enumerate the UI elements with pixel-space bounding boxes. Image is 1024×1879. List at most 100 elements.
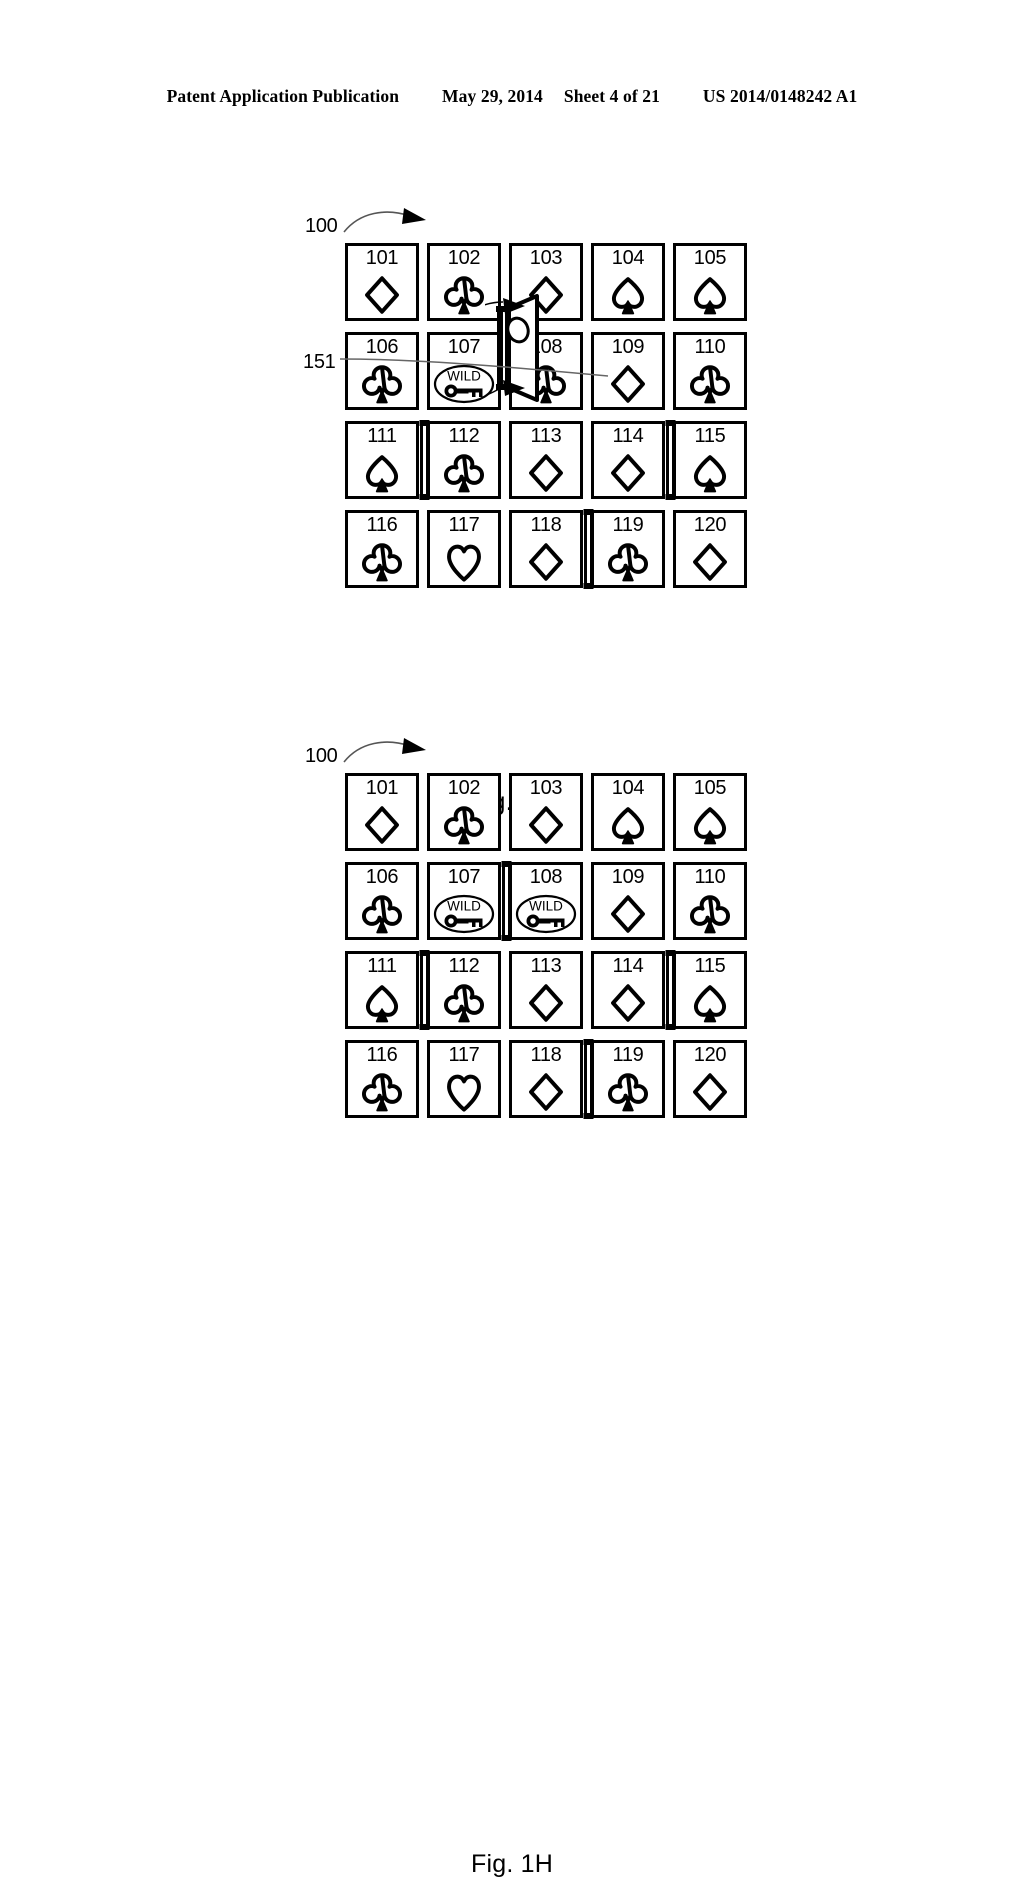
- spade-suit-icon: [594, 802, 662, 848]
- card-115[interactable]: 115: [673, 421, 747, 499]
- club-suit-icon: [676, 891, 744, 937]
- card-number: 116: [366, 514, 398, 536]
- card-number: 105: [693, 777, 727, 799]
- club-suit-icon: [430, 980, 498, 1026]
- spade-suit-icon: [594, 272, 662, 318]
- card-106[interactable]: 106: [345, 862, 419, 940]
- diamond-suit-icon: [594, 891, 662, 937]
- card-111[interactable]: 111: [345, 951, 419, 1029]
- card-114[interactable]: 114: [591, 421, 665, 499]
- card-number: 112: [448, 955, 480, 977]
- header-publication: Patent Application Publication: [166, 86, 400, 106]
- page-header: Patent Application Publication May 29, 2…: [0, 86, 1024, 107]
- card-102[interactable]: 102: [427, 243, 501, 321]
- card-114[interactable]: 114: [591, 951, 665, 1029]
- card-105[interactable]: 105: [673, 773, 747, 851]
- card-104[interactable]: 104: [591, 243, 665, 321]
- wild-key-icon: WILD: [430, 891, 498, 937]
- card-101[interactable]: 101: [345, 243, 419, 321]
- card-link-divider: [665, 420, 676, 500]
- card-number: 119: [612, 514, 644, 536]
- card-number: 114: [612, 425, 644, 447]
- card-118[interactable]: 118: [509, 1040, 583, 1118]
- reference-numeral-151: 151: [303, 351, 336, 373]
- card-number: 116: [366, 1044, 398, 1066]
- diamond-suit-icon: [512, 450, 580, 496]
- card-103[interactable]: 103: [509, 243, 583, 321]
- card-number: 110: [694, 866, 726, 888]
- card-number: 120: [693, 1044, 727, 1066]
- card-115[interactable]: 115: [673, 951, 747, 1029]
- card-102[interactable]: 102: [427, 773, 501, 851]
- card-number: 101: [365, 247, 399, 269]
- card-120[interactable]: 120: [673, 510, 747, 588]
- card-120[interactable]: 120: [673, 1040, 747, 1118]
- spade-suit-icon: [676, 802, 744, 848]
- card-113[interactable]: 113: [509, 421, 583, 499]
- card-number: 108: [529, 866, 563, 888]
- card-117[interactable]: 117: [427, 510, 501, 588]
- card-number: 104: [611, 247, 645, 269]
- card-119[interactable]: 119: [591, 510, 665, 588]
- card-118[interactable]: 118: [509, 510, 583, 588]
- card-109[interactable]: 109: [591, 862, 665, 940]
- spade-suit-icon: [676, 272, 744, 318]
- club-suit-icon: [594, 539, 662, 585]
- reference-numeral-100: 100: [305, 745, 338, 767]
- card-116[interactable]: 116: [345, 1040, 419, 1118]
- card-number: 102: [447, 247, 481, 269]
- card-number: 115: [694, 955, 726, 977]
- header-patent-number: US 2014/0148242 A1: [702, 86, 858, 106]
- card-113[interactable]: 113: [509, 951, 583, 1029]
- club-suit-icon: [348, 539, 416, 585]
- diamond-suit-icon: [512, 980, 580, 1026]
- svg-text:WILD: WILD: [529, 899, 563, 914]
- svg-text:WILD: WILD: [447, 899, 481, 914]
- club-suit-icon: [348, 1069, 416, 1115]
- diamond-suit-icon: [512, 272, 580, 318]
- card-number: 103: [529, 247, 563, 269]
- card-number: 113: [530, 425, 562, 447]
- reference-numeral-100: 100: [305, 215, 338, 237]
- card-101[interactable]: 101: [345, 773, 419, 851]
- card-110[interactable]: 110: [673, 332, 747, 410]
- card-117[interactable]: 117: [427, 1040, 501, 1118]
- card-107[interactable]: 107 WILD: [427, 862, 501, 940]
- card-number: 110: [694, 336, 726, 358]
- card-112[interactable]: 112: [427, 951, 501, 1029]
- spade-suit-icon: [676, 980, 744, 1026]
- diamond-suit-icon: [512, 539, 580, 585]
- card-number: 118: [530, 1044, 562, 1066]
- spade-suit-icon: [348, 450, 416, 496]
- card-number: 120: [693, 514, 727, 536]
- card-110[interactable]: 110: [673, 862, 747, 940]
- card-link-divider: [419, 420, 430, 500]
- card-number: 117: [448, 1044, 480, 1066]
- card-number: 119: [612, 1044, 644, 1066]
- card-105[interactable]: 105: [673, 243, 747, 321]
- card-grid-1g: 101 102 103 104 105 106 107 WILD 108 109 110 111 112…: [345, 243, 755, 589]
- wild-key-icon: WILD: [512, 891, 580, 937]
- card-108[interactable]: 108 WILD: [509, 862, 583, 940]
- card-number: 117: [448, 514, 480, 536]
- card-112[interactable]: 112: [427, 421, 501, 499]
- club-suit-icon: [430, 272, 498, 318]
- card-111[interactable]: 111: [345, 421, 419, 499]
- card-grid-1h: 101 102 103 104 105 106 107 WILD 108 WILD 109 110 11…: [345, 773, 755, 1119]
- card-number: 111: [367, 955, 397, 977]
- club-suit-icon: [594, 1069, 662, 1115]
- card-number: 115: [694, 425, 726, 447]
- card-103[interactable]: 103: [509, 773, 583, 851]
- card-number: 118: [530, 514, 562, 536]
- card-104[interactable]: 104: [591, 773, 665, 851]
- card-116[interactable]: 116: [345, 510, 419, 588]
- figure-caption-1h: Fig. 1H: [471, 1850, 553, 1878]
- diamond-suit-icon: [348, 272, 416, 318]
- diamond-suit-icon: [512, 802, 580, 848]
- diamond-suit-icon: [512, 1069, 580, 1115]
- card-number: 101: [365, 777, 399, 799]
- diamond-suit-icon: [594, 450, 662, 496]
- card-number: 106: [365, 866, 399, 888]
- spade-suit-icon: [676, 450, 744, 496]
- card-119[interactable]: 119: [591, 1040, 665, 1118]
